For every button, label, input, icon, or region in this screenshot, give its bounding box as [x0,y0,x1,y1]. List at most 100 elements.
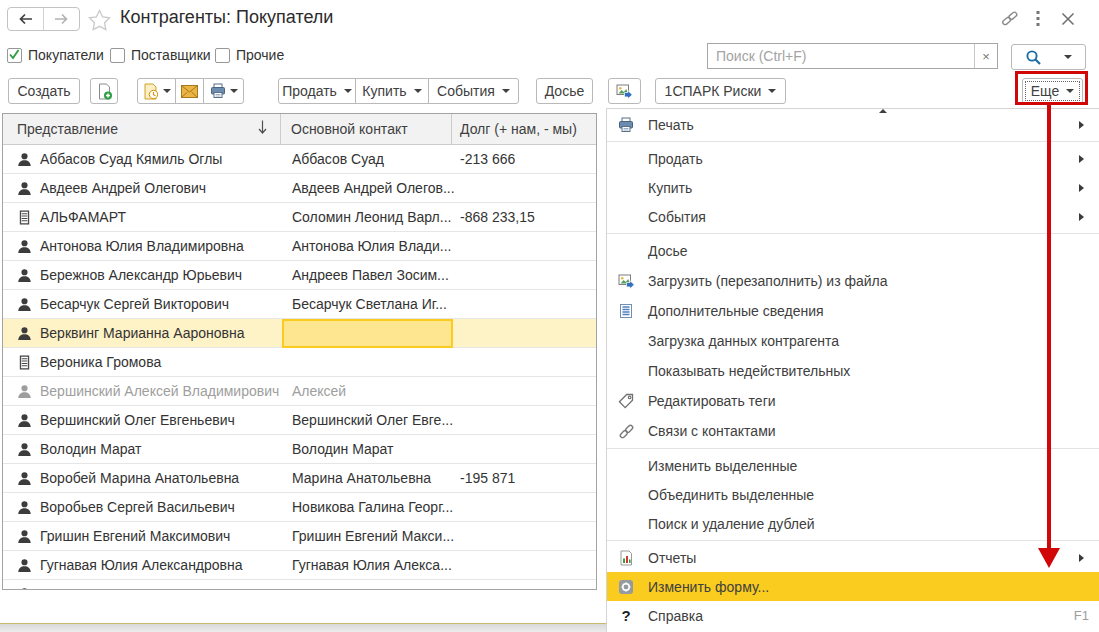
cell-representation[interactable] [3,580,281,590]
column-header-main-contact[interactable]: Основной контакт [281,114,452,144]
cell-debt[interactable] [452,319,596,347]
spark-risks-button[interactable]: 1СПАРК Риски [655,78,786,104]
cell-debt[interactable] [452,348,596,376]
table-row[interactable]: Гришин Евгений МаксимовичГришин Евгений … [3,522,596,551]
table-row[interactable]: Вероника Громова [3,348,596,377]
table-row[interactable]: Верквинг Марианна Аароновна [3,319,596,348]
cell-debt[interactable] [452,232,596,260]
cell-main-contact[interactable]: Марина Анатольевна [281,464,452,492]
table-row[interactable]: Авдеев Андрей ОлеговичАвдеев Андрей Олег… [3,174,596,203]
filter-suppliers[interactable]: Поставщики [110,46,211,64]
cell-debt[interactable]: -213 666 [452,145,596,173]
table-row[interactable] [3,580,596,590]
dossier-button[interactable]: Досье [536,78,593,104]
create-button[interactable]: Создать [8,78,80,104]
menu-item[interactable]: Досье [607,236,1099,266]
filter-others[interactable]: Прочие [215,46,284,64]
menu-item[interactable]: Купить [607,173,1099,202]
cell-main-contact[interactable]: Авдеев Андрей Олегов... [281,174,452,202]
cell-representation[interactable]: Вершинский Алексей Владимирович [3,377,281,405]
cell-main-contact[interactable]: Вершинский Олег Евге... [281,406,452,434]
cell-main-contact[interactable]: Гришин Евгений Макси... [281,522,452,550]
cell-representation[interactable]: Воробей Марина Анатольевна [3,464,281,492]
close-icon[interactable] [1061,12,1075,26]
cell-debt[interactable]: -868 233,15 [452,203,596,231]
cell-main-contact[interactable]: Антонова Юлия Влади... [281,232,452,260]
cell-main-contact[interactable]: Алексей [281,377,452,405]
cell-debt[interactable] [452,522,596,550]
menu-item[interactable]: Печать [607,110,1099,139]
cell-representation[interactable]: Верквинг Марианна Аароновна [3,319,281,347]
menu-item[interactable]: Продать [607,144,1099,173]
table-row[interactable]: Воробьев Сергей ВасильевичНовикова Галин… [3,493,596,522]
table-row[interactable]: Воробей Марина АнатольевнаМарина Анатоль… [3,464,596,493]
cell-representation[interactable]: Володин Марат [3,435,281,463]
send-email-button[interactable] [175,78,204,104]
filter-others-checkbox[interactable] [215,48,230,63]
load-from-file-button[interactable] [608,78,641,104]
cell-representation[interactable]: АЛЬФАМАРТ [3,203,281,231]
forward-button[interactable] [43,8,79,30]
column-header-debt[interactable]: Долг (+ нам, - мы) [452,114,596,144]
search-clear-icon[interactable]: × [974,44,997,68]
cell-debt[interactable] [452,551,596,579]
sell-button[interactable]: Продать [278,78,356,104]
table-row[interactable]: Володин МаратВолодин Марат [3,435,596,464]
cell-representation[interactable]: Авдеев Андрей Олегович [3,174,281,202]
print-button[interactable] [203,78,244,104]
cell-main-contact[interactable]: Андреев Павел Зосим... [281,261,452,289]
menu-item[interactable]: Редактировать теги [607,386,1099,416]
cell-debt[interactable] [452,377,596,405]
cell-representation[interactable]: Вершинский Олег Евгеньевич [3,406,281,434]
create-group-button[interactable] [90,78,118,104]
menu-item[interactable]: Загрузить (перезаполнить) из файла [607,266,1099,296]
cell-debt[interactable] [452,174,596,202]
active-cell[interactable] [282,319,453,348]
kebab-menu-icon[interactable] [1035,11,1041,27]
menu-item[interactable]: Загрузка данных контрагента [607,326,1099,356]
menu-item[interactable]: Показывать недействительных [607,356,1099,386]
cell-debt[interactable] [452,493,596,521]
cell-representation[interactable]: Гугнавая Юлия Александровна [3,551,281,579]
buy-button[interactable]: Купить [355,78,429,104]
cell-representation[interactable]: Бережнов Александр Юрьевич [3,261,281,289]
nav-history-group[interactable] [7,7,80,31]
menu-item[interactable]: Объединить выделенные [607,480,1099,509]
menu-item[interactable]: События [607,202,1099,231]
menu-item[interactable]: Изменить форму... [607,572,1099,601]
cell-debt[interactable] [452,435,596,463]
filter-buyers[interactable]: Покупатели [7,46,104,64]
table-row[interactable]: Аббасов Суад Кямиль ОглыАббасов Суад-213… [3,145,596,174]
search-input[interactable] [708,44,974,68]
table-row[interactable]: Бережнов Александр ЮрьевичАндреев Павел … [3,261,596,290]
cell-main-contact[interactable]: Соломин Леонид Варл... [281,203,452,231]
events-button[interactable]: События [428,78,519,104]
cell-representation[interactable]: Антонова Юлия Владимировна [3,232,281,260]
cell-main-contact[interactable]: Бесарчук Светлана Иг... [281,290,452,318]
menu-item[interactable]: Связи с контактами [607,416,1099,446]
menu-item[interactable]: ?СправкаF1 [607,601,1099,630]
cell-main-contact[interactable]: Новикова Галина Георг... [281,493,452,521]
cell-debt[interactable] [452,261,596,289]
cell-main-contact[interactable]: Гугнавая Юлия Алекса... [281,551,452,579]
table-row[interactable]: Вершинский Олег ЕвгеньевичВершинский Оле… [3,406,596,435]
cell-representation[interactable]: Бесарчук Сергей Викторович [3,290,281,318]
cell-representation[interactable]: Воробьев Сергей Васильевич [3,493,281,521]
cell-debt[interactable] [452,406,596,434]
cell-debt[interactable]: -195 871 [452,464,596,492]
cell-main-contact[interactable] [281,348,452,376]
search-button[interactable] [1011,44,1086,70]
back-button[interactable] [8,8,43,30]
get-link-icon[interactable] [1001,10,1019,27]
favorite-star-icon[interactable] [88,9,111,31]
menu-item[interactable]: Отчеты [607,543,1099,572]
table-row[interactable]: Вершинский Алексей ВладимировичАлексей [3,377,596,406]
cell-representation[interactable]: Вероника Громова [3,348,281,376]
cell-debt[interactable] [452,290,596,318]
cell-representation[interactable]: Аббасов Суад Кямиль Оглы [3,145,281,173]
menu-item[interactable]: Изменить выделенные [607,451,1099,480]
cell-main-contact[interactable]: Володин Марат [281,435,452,463]
menu-item[interactable]: Поиск и удаление дублей [607,509,1099,538]
create-based-on-button[interactable] [137,78,176,104]
filter-suppliers-checkbox[interactable] [110,48,125,63]
